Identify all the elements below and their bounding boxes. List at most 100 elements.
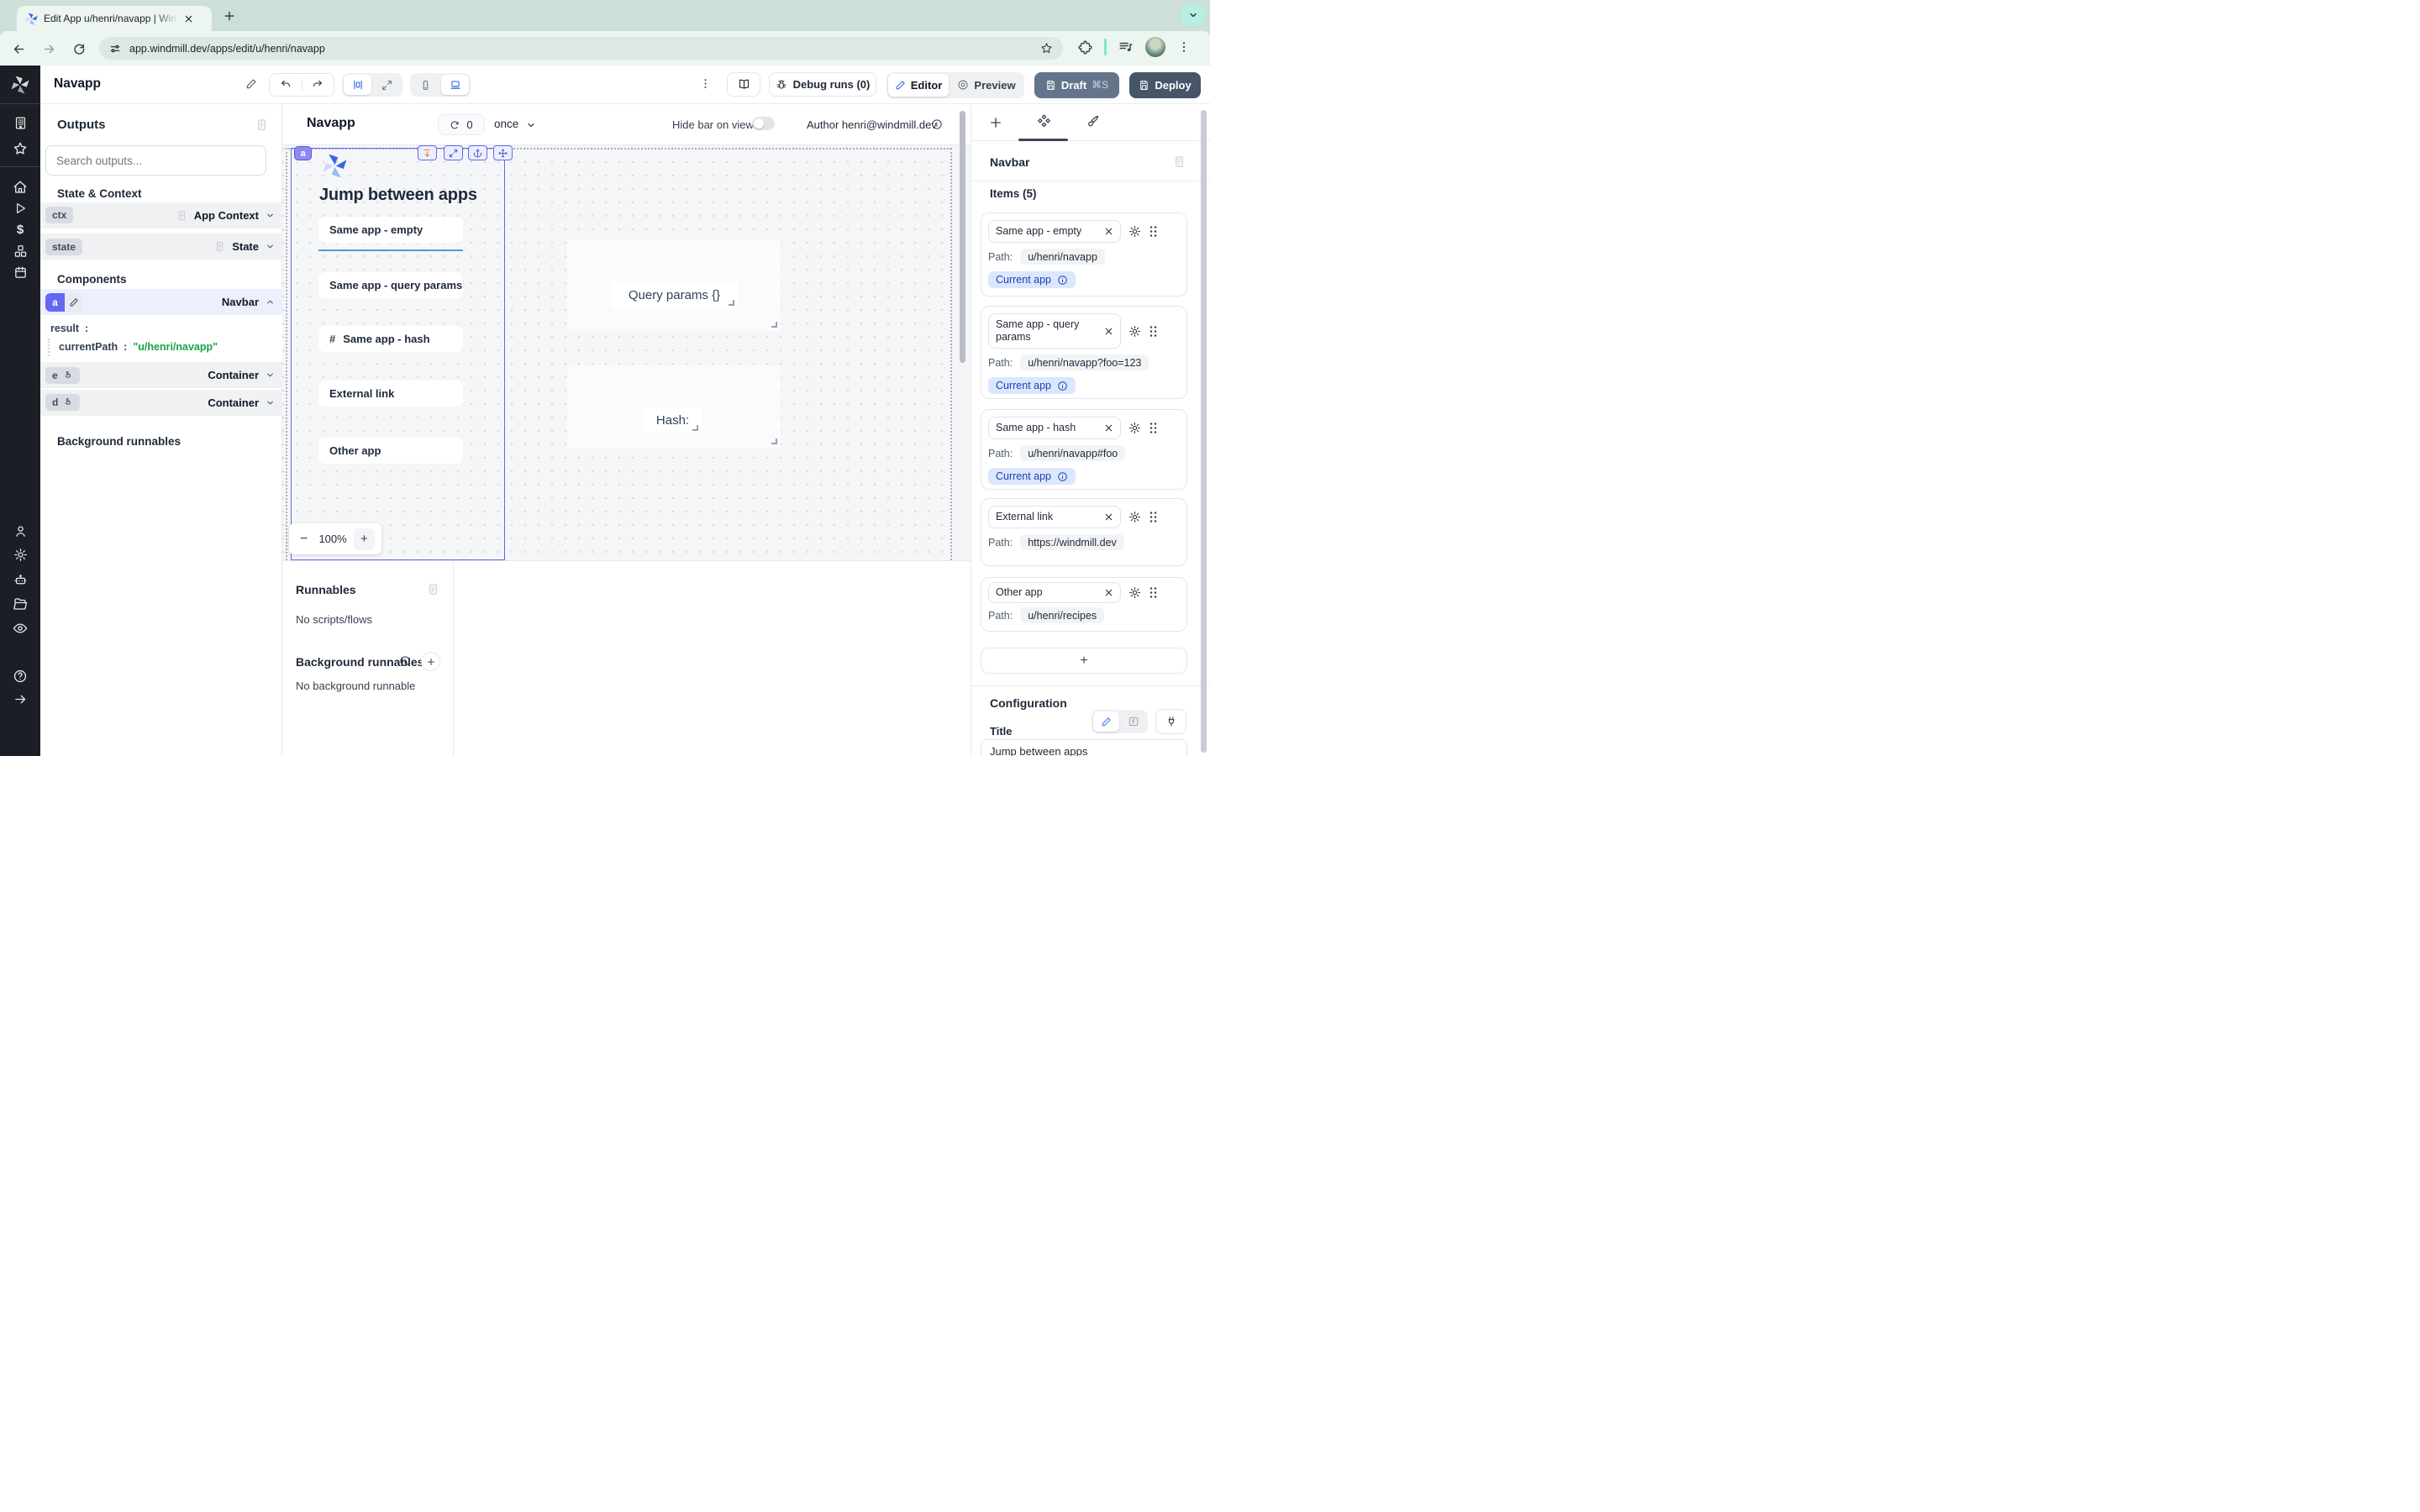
runnables-doc-icon[interactable] bbox=[427, 583, 439, 596]
zoom-in-button[interactable]: + bbox=[354, 528, 375, 550]
ctx-row[interactable]: ctx App Context bbox=[40, 202, 282, 228]
nav-item-other-app[interactable]: Other app bbox=[318, 438, 463, 464]
navbar-component-selection[interactable]: a bbox=[291, 148, 505, 560]
media-playlist-icon[interactable] bbox=[1118, 39, 1134, 55]
settings-gear-icon[interactable] bbox=[0, 548, 40, 562]
nav-item-hash[interactable]: # Same app - hash bbox=[318, 326, 463, 352]
forward-icon[interactable] bbox=[42, 42, 56, 56]
fullscreen-handle-icon[interactable] bbox=[444, 145, 463, 160]
docs-book-button[interactable] bbox=[727, 72, 760, 97]
help-icon[interactable] bbox=[0, 669, 40, 684]
resize-corner[interactable] bbox=[692, 425, 698, 431]
item-settings-gear-icon[interactable] bbox=[1128, 225, 1141, 238]
nav-item-query-params[interactable]: Same app - query params bbox=[318, 272, 463, 298]
user-icon[interactable] bbox=[0, 524, 40, 538]
runs-play-icon[interactable] bbox=[0, 202, 40, 215]
drag-handle-icon[interactable] bbox=[1149, 511, 1158, 523]
item-settings-gear-icon[interactable] bbox=[1128, 511, 1141, 523]
chevron-down-icon[interactable] bbox=[266, 211, 275, 220]
audit-eye-icon[interactable] bbox=[0, 621, 40, 636]
item-settings-gear-icon[interactable] bbox=[1128, 325, 1141, 338]
reload-icon[interactable] bbox=[72, 42, 86, 55]
item-settings-gear-icon[interactable] bbox=[1128, 422, 1141, 434]
bookmark-star-icon[interactable] bbox=[1040, 42, 1053, 55]
profile-avatar[interactable] bbox=[1145, 37, 1165, 57]
tab-components-icon[interactable] bbox=[1037, 114, 1051, 129]
item-label-input[interactable]: External link bbox=[988, 506, 1121, 528]
chrome-menu-icon[interactable] bbox=[1177, 40, 1191, 54]
item-label-input[interactable]: Same app - empty bbox=[988, 220, 1121, 243]
folders-icon[interactable] bbox=[0, 596, 40, 612]
browser-tab[interactable]: Edit App u/henri/navapp | Win bbox=[17, 6, 212, 31]
drag-handle-icon[interactable] bbox=[1149, 586, 1158, 599]
chevron-down-icon[interactable] bbox=[266, 370, 275, 380]
address-bar[interactable]: app.windmill.dev/apps/edit/u/henri/navap… bbox=[99, 37, 1063, 60]
add-bg-runnable-button[interactable] bbox=[421, 652, 440, 671]
item-label-input[interactable]: Same app - query params bbox=[988, 313, 1121, 349]
canvas-scrollbar[interactable] bbox=[960, 111, 965, 363]
more-menu-icon[interactable] bbox=[699, 77, 712, 90]
drag-handle-icon[interactable] bbox=[1149, 325, 1158, 338]
mode-chevron-icon[interactable] bbox=[526, 120, 536, 130]
chevron-down-icon[interactable] bbox=[266, 398, 275, 407]
refresh-mode-select[interactable]: once bbox=[494, 118, 518, 130]
windmill-logo-icon[interactable] bbox=[0, 76, 40, 94]
static-pencil-icon[interactable] bbox=[1093, 711, 1119, 732]
hide-bar-toggle[interactable] bbox=[752, 117, 775, 130]
anchor-handle-icon[interactable] bbox=[468, 145, 487, 160]
resources-cubes-icon[interactable] bbox=[0, 244, 40, 259]
undo-icon[interactable] bbox=[270, 79, 302, 91]
deploy-button[interactable]: Deploy bbox=[1129, 72, 1201, 98]
author-info-icon[interactable] bbox=[931, 118, 943, 130]
resize-corner[interactable] bbox=[771, 322, 777, 328]
refresh-count-button[interactable]: 0 bbox=[438, 114, 485, 135]
edit-pencil-icon[interactable] bbox=[65, 293, 82, 312]
bg-runnables-info-icon[interactable] bbox=[399, 655, 411, 667]
tab-insert-plus-icon[interactable] bbox=[988, 115, 1003, 130]
tab-search-button[interactable] bbox=[1181, 4, 1204, 26]
outputs-doc-icon[interactable] bbox=[255, 118, 268, 131]
zoom-out-button[interactable]: − bbox=[296, 532, 312, 547]
tab-preview[interactable]: Preview bbox=[950, 74, 1023, 97]
expand-down-handle-icon[interactable] bbox=[418, 145, 437, 160]
connect-plug-icon[interactable] bbox=[1155, 709, 1186, 734]
variables-dollar-icon[interactable]: $ bbox=[0, 223, 40, 237]
chevron-up-icon[interactable] bbox=[266, 297, 275, 307]
app-canvas[interactable]: a bbox=[282, 145, 971, 560]
rename-pencil-icon[interactable] bbox=[245, 78, 257, 90]
redo-icon[interactable] bbox=[302, 79, 334, 91]
item-label-input[interactable]: Same app - hash bbox=[988, 417, 1121, 439]
extensions-icon[interactable] bbox=[1078, 40, 1092, 55]
favorites-star-icon[interactable] bbox=[0, 141, 40, 156]
nav-item-external-link[interactable]: External link bbox=[318, 381, 463, 407]
move-handle-icon[interactable] bbox=[493, 145, 513, 160]
site-settings-icon[interactable] bbox=[109, 43, 121, 55]
draft-button[interactable]: Draft ⌘S bbox=[1034, 72, 1119, 98]
tab-close-icon[interactable] bbox=[184, 14, 193, 24]
tab-editor[interactable]: Editor bbox=[888, 74, 949, 97]
item-settings-gear-icon[interactable] bbox=[1128, 586, 1141, 599]
component-row-d[interactable]: d Container bbox=[40, 390, 282, 416]
item-label-input[interactable]: Other app bbox=[988, 582, 1121, 603]
debug-runs-button[interactable]: Debug runs (0) bbox=[769, 72, 876, 97]
tab-theme-brush-icon[interactable] bbox=[1086, 114, 1100, 129]
mobile-icon[interactable] bbox=[412, 75, 439, 95]
home-icon[interactable] bbox=[0, 180, 40, 195]
add-item-button[interactable]: + bbox=[981, 648, 1187, 674]
drag-handle-icon[interactable] bbox=[1149, 422, 1158, 434]
function-mode-icon[interactable] bbox=[1121, 711, 1146, 732]
navbar-doc-icon[interactable] bbox=[1173, 155, 1186, 168]
centered-layout-icon[interactable] bbox=[344, 75, 371, 95]
state-row[interactable]: state State bbox=[40, 234, 282, 260]
resize-corner[interactable] bbox=[729, 300, 734, 306]
drag-handle-icon[interactable] bbox=[1149, 225, 1158, 238]
component-row-navbar[interactable]: a Navbar bbox=[40, 289, 282, 315]
settings-scrollbar[interactable] bbox=[1201, 110, 1207, 753]
search-outputs-input[interactable] bbox=[45, 145, 266, 176]
back-icon[interactable] bbox=[12, 42, 26, 56]
fullwidth-layout-icon[interactable] bbox=[373, 75, 401, 95]
workers-robot-icon[interactable] bbox=[0, 573, 40, 587]
schedules-calendar-icon[interactable] bbox=[0, 265, 40, 280]
hash-container[interactable] bbox=[567, 365, 781, 448]
collapse-arrow-icon[interactable] bbox=[0, 692, 40, 706]
